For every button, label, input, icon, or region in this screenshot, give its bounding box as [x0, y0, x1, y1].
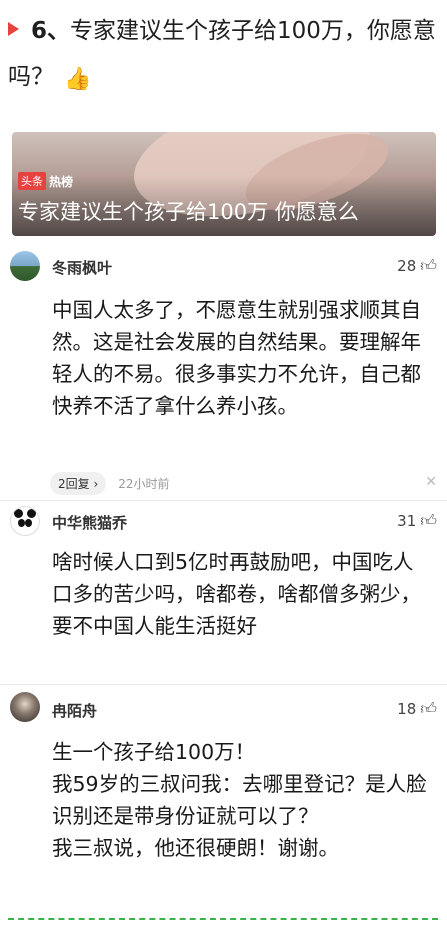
- thumbs-up-outline-icon: 👍︎: [420, 699, 437, 718]
- like-button[interactable]: 28 👍︎: [397, 256, 437, 276]
- toutiao-badge: 头条: [18, 172, 46, 190]
- avatar[interactable]: [10, 251, 40, 281]
- banner-title: 专家建议生个孩子给100万 你愿意么: [18, 200, 359, 224]
- comment-text-line: 我三叔说，他还很硬朗！谢谢。: [52, 836, 339, 860]
- like-button[interactable]: 31 👍︎: [397, 511, 437, 531]
- comment-text: 中国人太多了，不愿意生就别强求顺其自然。这是社会发展的自然结果。要理解年轻人的不…: [52, 298, 421, 418]
- red-triangle-icon: [8, 22, 19, 36]
- comment-text: 啥时候人口到5亿时再鼓励吧，中国吃人口多的苦少吗，啥都卷，啥都僧多粥少，要不中国…: [52, 550, 421, 638]
- thumbs-up-emoji-icon: 👍: [64, 67, 92, 92]
- comment-username[interactable]: 冉陌舟: [52, 700, 97, 721]
- comment-username[interactable]: 中华熊猫乔: [52, 512, 127, 533]
- comment-text-line: 我59岁的三叔问我：去哪里登记？是人脸识别还是带身份证就可以了？: [52, 772, 427, 828]
- banner-tag: 头条 热榜: [18, 172, 73, 190]
- article-headline: 6、专家建议生个孩子给100万，你愿意吗？ 👍: [8, 8, 444, 103]
- headline-number: 6、: [31, 18, 71, 44]
- dashed-separator: [8, 918, 438, 920]
- like-button[interactable]: 18 👍︎: [397, 699, 437, 719]
- avatar[interactable]: [10, 692, 40, 722]
- comment-meta: 2回复 › 22小时前: [50, 472, 170, 495]
- thumbs-up-outline-icon: 👍︎: [420, 511, 437, 530]
- comment-time: 22小时前: [118, 477, 170, 491]
- comment-text-line: 生一个孩子给100万！: [52, 740, 256, 764]
- close-icon[interactable]: ✕: [425, 474, 437, 490]
- thumbs-up-outline-icon: 👍︎: [420, 256, 437, 275]
- hot-list-label: 热榜: [49, 174, 74, 189]
- reply-count-button[interactable]: 2回复 ›: [50, 472, 107, 495]
- comment-divider: [0, 684, 447, 685]
- comment-divider: [0, 500, 447, 501]
- comment-text: 生一个孩子给100万！ 我59岁的三叔问我：去哪里登记？是人脸识别还是带身份证就…: [52, 736, 432, 864]
- like-count: 31: [397, 512, 417, 530]
- comment-username[interactable]: 冬雨枫叶: [52, 257, 112, 278]
- like-count: 18: [397, 700, 417, 718]
- avatar[interactable]: [10, 506, 40, 536]
- like-count: 28: [397, 257, 417, 275]
- hot-topic-banner[interactable]: 头条 热榜 专家建议生个孩子给100万 你愿意么: [12, 132, 436, 236]
